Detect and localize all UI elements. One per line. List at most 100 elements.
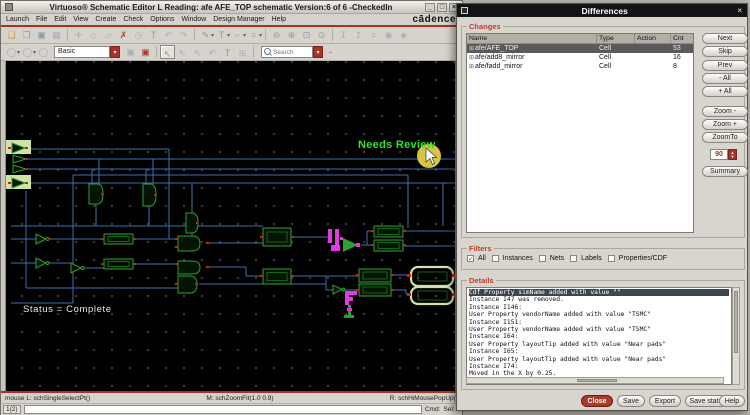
zoom-in-icon[interactable]: ⊕ <box>285 29 298 42</box>
workspace-selector-value[interactable]: Basic <box>54 46 110 58</box>
table-row[interactable]: ⊞afe/fadd_mirror Cell 8 <box>467 62 693 71</box>
block-c2[interactable] <box>356 284 394 296</box>
details-line[interactable]: Cdf Property simName added with value "" <box>469 289 729 296</box>
block-r2[interactable] <box>101 259 136 269</box>
filter-checkbox-labels[interactable] <box>570 255 577 262</box>
tree-expand-icon[interactable]: ⊞ <box>469 46 474 52</box>
column-name[interactable]: Name <box>467 34 597 43</box>
details-text[interactable]: Cdf Property simName added with value ""… <box>466 287 732 385</box>
gate-4[interactable] <box>175 236 209 251</box>
stretch-icon[interactable]: ◇ <box>87 29 100 42</box>
needs-review-label[interactable]: Needs Review <box>358 139 436 151</box>
column-action[interactable]: Action <box>635 34 671 43</box>
inverter-3[interactable] <box>71 263 84 273</box>
lock-icon[interactable]: ◈ <box>397 29 410 42</box>
delete-icon[interactable]: ✗ <box>117 29 130 42</box>
search-minus-icon[interactable]: - <box>324 46 337 59</box>
menu-launch[interactable]: Launch <box>6 16 29 23</box>
block-a1[interactable] <box>260 228 294 246</box>
move-icon[interactable]: ✛ <box>72 29 85 42</box>
calc-mode-button[interactable]: ⊞ <box>235 45 250 59</box>
gate-3[interactable] <box>186 213 198 233</box>
filter-checkbox-all[interactable] <box>467 255 474 262</box>
filter-checkbox-instances[interactable] <box>492 255 499 262</box>
help-button[interactable]: Help <box>719 395 745 407</box>
block-a2[interactable] <box>260 269 294 284</box>
next-button[interactable]: Next <box>702 33 748 44</box>
details-horizontal-scrollbar[interactable] <box>466 377 724 384</box>
rotate-mode-button[interactable]: ↶ <box>205 45 220 59</box>
details-hscroll-thumb[interactable] <box>577 379 617 382</box>
minimize-button[interactable]: _ <box>425 3 435 12</box>
deselect-mode-button[interactable]: ↖ <box>175 45 190 59</box>
bus-caret-icon[interactable]: ▾ <box>259 32 262 39</box>
block-r1[interactable] <box>101 234 136 244</box>
prev-button[interactable]: Prev <box>702 60 748 71</box>
spinner-arrows-icon[interactable]: ▲▼ <box>728 149 737 160</box>
text-icon[interactable]: T <box>147 29 160 42</box>
filter-checkbox-properties[interactable] <box>608 255 615 262</box>
property-caret-icon[interactable]: ▾ <box>211 32 214 39</box>
label-caret-icon[interactable]: ▾ <box>227 32 230 39</box>
filter-checkbox-nets[interactable] <box>539 255 546 262</box>
menu-options[interactable]: Options <box>150 16 174 23</box>
gate-5[interactable] <box>175 261 209 274</box>
zoom-in-button[interactable]: Zoom + <box>702 119 748 130</box>
mouse-caret-1-icon[interactable]: ▾ <box>17 49 20 56</box>
undo-icon[interactable]: ↶ <box>162 29 175 42</box>
redo-icon[interactable]: ↷ <box>177 29 190 42</box>
tree-expand-icon[interactable]: ⊞ <box>469 64 474 70</box>
menu-file[interactable]: File <box>36 16 47 23</box>
gate-2[interactable] <box>143 184 156 206</box>
inverter-2[interactable] <box>36 258 49 268</box>
summary-button[interactable]: Summary <box>702 166 748 177</box>
descend-icon[interactable]: ↧ <box>337 29 350 42</box>
zoom-to-button[interactable]: ZoomTo <box>702 132 748 143</box>
menu-view[interactable]: View <box>73 16 88 23</box>
ascend-icon[interactable]: ↥ <box>352 29 365 42</box>
hierarchy-icon[interactable]: ⌗ <box>367 29 380 42</box>
menu-help[interactable]: Help <box>272 16 286 23</box>
menu-edit[interactable]: Edit <box>54 16 66 23</box>
details-vscroll-thumb[interactable] <box>734 291 738 353</box>
buffer-2[interactable] <box>13 155 28 163</box>
block-b1[interactable] <box>371 226 406 237</box>
wire-caret-icon[interactable]: ▾ <box>243 32 246 39</box>
zoom-out-button[interactable]: Zoom - <box>702 106 748 117</box>
save-button[interactable]: Save <box>617 395 645 407</box>
changed-instance-magenta-1[interactable] <box>328 229 360 252</box>
gate-6[interactable] <box>175 276 198 293</box>
new-file-icon[interactable]: ❏ <box>5 29 18 42</box>
select-mode-button[interactable]: ↖ <box>160 45 175 59</box>
save-icon[interactable]: ▣ <box>35 29 48 42</box>
clock-icon[interactable]: ◷ <box>132 29 145 42</box>
pan-icon[interactable]: ⊙ <box>315 29 328 42</box>
zoom-out-icon[interactable]: ⊖ <box>270 29 283 42</box>
collapse-all-button[interactable]: - All <box>702 73 748 84</box>
table-row[interactable]: ⊞afe/AFE_TOP Cell 53 <box>467 44 693 53</box>
command-input[interactable] <box>24 405 422 414</box>
details-vertical-scrollbar[interactable] <box>732 287 740 385</box>
highlighted-buffer-4[interactable] <box>6 175 31 189</box>
zoom-fit-icon[interactable]: ⊡ <box>300 29 313 42</box>
instance-pair-alt-icon[interactable]: ▣ <box>139 46 152 59</box>
table-row[interactable]: ⊞afe/add8_mirror Cell 16 <box>467 53 693 62</box>
highlighted-pad-1[interactable] <box>407 267 455 286</box>
close-dialog-button[interactable]: Close <box>581 395 613 407</box>
highlighted-buffer-1[interactable] <box>6 140 31 154</box>
probe-icon[interactable]: ◉ <box>382 29 395 42</box>
schematic-canvas[interactable]: Needs Review Status = Complete <box>6 61 455 391</box>
workspace-indicator[interactable]: 1(2) <box>3 405 21 414</box>
gate-1[interactable] <box>89 184 103 204</box>
menu-check[interactable]: Check <box>123 16 143 23</box>
workspace-dropdown-icon[interactable]: ▾ <box>110 46 120 58</box>
changes-table[interactable]: Name Type Action Cnt ⊞afe/AFE_TOP Cell 5… <box>466 33 694 233</box>
text-mode-button[interactable]: T <box>220 45 235 59</box>
hover-mode-button[interactable]: ↖ <box>190 45 205 59</box>
virtuoso-titlebar[interactable]: Virtuoso® Schematic Editor L Reading: af… <box>1 1 462 14</box>
maximize-button[interactable]: □ <box>437 3 447 12</box>
inverter-4[interactable] <box>333 285 345 294</box>
copy-icon[interactable]: ▱ <box>102 29 115 42</box>
search-dropdown-icon[interactable]: ▾ <box>313 46 323 58</box>
menu-create[interactable]: Create <box>95 16 116 23</box>
